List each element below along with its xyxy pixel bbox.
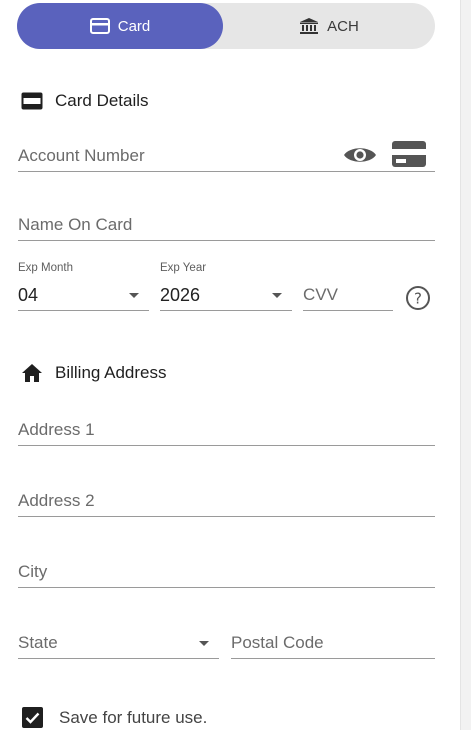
name-on-card-field[interactable]: Name On Card bbox=[18, 210, 435, 241]
save-label: Save for future use. bbox=[59, 707, 208, 727]
chevron-down-icon bbox=[129, 293, 139, 298]
account-number-placeholder: Account Number bbox=[18, 146, 145, 165]
cvv-field[interactable]: CVV bbox=[303, 280, 393, 311]
card-icon bbox=[21, 92, 43, 110]
address1-placeholder: Address 1 bbox=[18, 420, 95, 439]
exp-year-label: Exp Year bbox=[160, 262, 207, 274]
credit-card-icon bbox=[89, 18, 110, 34]
checkmark-icon bbox=[25, 712, 40, 724]
help-circle-icon[interactable]: ? bbox=[405, 285, 431, 311]
save-for-future-row[interactable]: Save for future use. bbox=[22, 707, 207, 728]
tab-ach-label: ACH bbox=[327, 17, 359, 35]
tab-card[interactable]: Card bbox=[17, 3, 223, 49]
scrollbar[interactable] bbox=[460, 0, 471, 730]
payment-method-toggle: Card ACH bbox=[17, 3, 435, 49]
exp-year-value: 2026 bbox=[160, 285, 201, 305]
card-brand-icon bbox=[391, 140, 427, 168]
tab-card-label: Card bbox=[117, 17, 151, 35]
cvv-placeholder: CVV bbox=[303, 285, 338, 304]
exp-year-select[interactable]: Exp Year 2026 bbox=[160, 262, 292, 311]
eye-icon[interactable] bbox=[343, 144, 377, 166]
state-placeholder: State bbox=[18, 633, 58, 652]
bank-icon bbox=[299, 17, 319, 35]
exp-month-label: Exp Month bbox=[18, 262, 73, 274]
card-details-heading: Card Details bbox=[21, 91, 149, 111]
state-select[interactable]: State bbox=[18, 628, 219, 659]
chevron-down-icon bbox=[272, 293, 282, 298]
address2-field[interactable]: Address 2 bbox=[18, 486, 435, 517]
address2-placeholder: Address 2 bbox=[18, 491, 95, 510]
card-details-title: Card Details bbox=[55, 91, 149, 110]
name-on-card-placeholder: Name On Card bbox=[18, 215, 133, 234]
postal-code-placeholder: Postal Code bbox=[231, 633, 324, 652]
account-number-field[interactable]: Account Number bbox=[18, 141, 435, 172]
city-placeholder: City bbox=[18, 562, 48, 581]
save-checkbox[interactable] bbox=[22, 707, 43, 728]
chevron-down-icon bbox=[199, 641, 209, 646]
home-icon bbox=[21, 363, 43, 383]
exp-month-select[interactable]: Exp Month 04 bbox=[18, 262, 149, 311]
postal-code-field[interactable]: Postal Code bbox=[231, 628, 435, 659]
exp-month-value: 04 bbox=[18, 285, 39, 305]
svg-text:?: ? bbox=[414, 290, 422, 308]
tab-ach[interactable]: ACH bbox=[223, 3, 435, 49]
billing-address-title: Billing Address bbox=[55, 363, 167, 382]
payment-form: Card ACH Card Details Account Number Nam… bbox=[0, 0, 471, 730]
billing-address-heading: Billing Address bbox=[21, 363, 167, 383]
address1-field[interactable]: Address 1 bbox=[18, 415, 435, 446]
city-field[interactable]: City bbox=[18, 557, 435, 588]
